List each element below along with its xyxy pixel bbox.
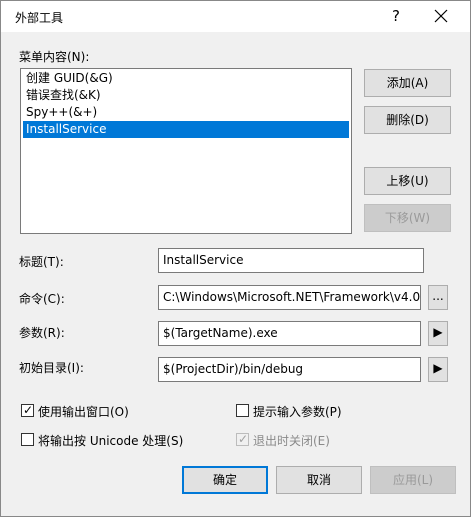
add-button[interactable]: 添加(A) — [364, 69, 451, 97]
check-icon: ✓ — [238, 432, 249, 446]
command-field-label: 命令(C): — [19, 292, 65, 306]
list-item-create-guid[interactable]: 创建 GUID(&G) — [23, 70, 349, 87]
menu-contents-label: 菜单内容(N): — [19, 50, 90, 64]
command-input[interactable]: C:\Windows\Microsoft.NET\Framework\v4.0 — [158, 285, 421, 310]
external-tools-dialog: 外部工具 ? 菜单内容(N): 创建 GUID(&G) 错误查找(&K) Spy… — [0, 0, 471, 517]
ok-button[interactable]: 确定 — [182, 466, 268, 494]
args-menu-button[interactable]: ▶ — [428, 321, 448, 346]
arrow-right-icon: ▶ — [433, 325, 443, 339]
close-icon[interactable] — [429, 4, 453, 28]
unicode-output-checkbox[interactable] — [21, 433, 34, 446]
title-field-label: 标题(T): — [19, 255, 64, 269]
help-icon[interactable]: ? — [386, 6, 406, 26]
init-dir-input[interactable]: $(ProjectDir)/bin/debug — [158, 357, 421, 382]
cancel-button[interactable]: 取消 — [276, 466, 362, 494]
apply-button[interactable]: 应用(L) — [370, 466, 456, 494]
list-item-spy[interactable]: Spy++(&+) — [23, 104, 349, 121]
title-input[interactable]: InstallService — [158, 248, 424, 273]
init-dir-field-label: 初始目录(I): — [19, 361, 84, 375]
prompt-args-label: 提示输入参数(P) — [253, 405, 342, 419]
args-field-label: 参数(R): — [19, 326, 65, 340]
check-icon: ✓ — [23, 403, 34, 417]
arrow-right-icon: ▶ — [433, 361, 443, 375]
menu-contents-list[interactable]: 创建 GUID(&G) 错误查找(&K) Spy++(&+) InstallSe… — [20, 68, 352, 234]
unicode-output-label: 将输出按 Unicode 处理(S) — [38, 434, 184, 448]
move-up-button[interactable]: 上移(U) — [364, 167, 451, 195]
args-input[interactable]: $(TargetName).exe — [158, 321, 421, 346]
use-output-window-checkbox[interactable]: ✓ — [21, 403, 34, 417]
browse-command-button[interactable]: ... — [428, 285, 448, 310]
use-output-window-label: 使用输出窗口(O) — [38, 405, 129, 419]
close-on-exit-label: 退出时关闭(E) — [253, 434, 330, 448]
close-on-exit-checkbox[interactable]: ✓ — [236, 432, 249, 446]
delete-button[interactable]: 删除(D) — [364, 106, 451, 134]
title-bar: 外部工具 ? — [1, 1, 470, 32]
move-down-button[interactable]: 下移(W) — [364, 204, 451, 232]
window-title: 外部工具 — [15, 11, 64, 25]
list-item-installservice[interactable]: InstallService — [23, 121, 349, 138]
init-dir-menu-button[interactable]: ▶ — [428, 357, 448, 382]
list-item-error-lookup[interactable]: 错误查找(&K) — [23, 87, 349, 104]
prompt-args-checkbox[interactable] — [236, 404, 249, 417]
